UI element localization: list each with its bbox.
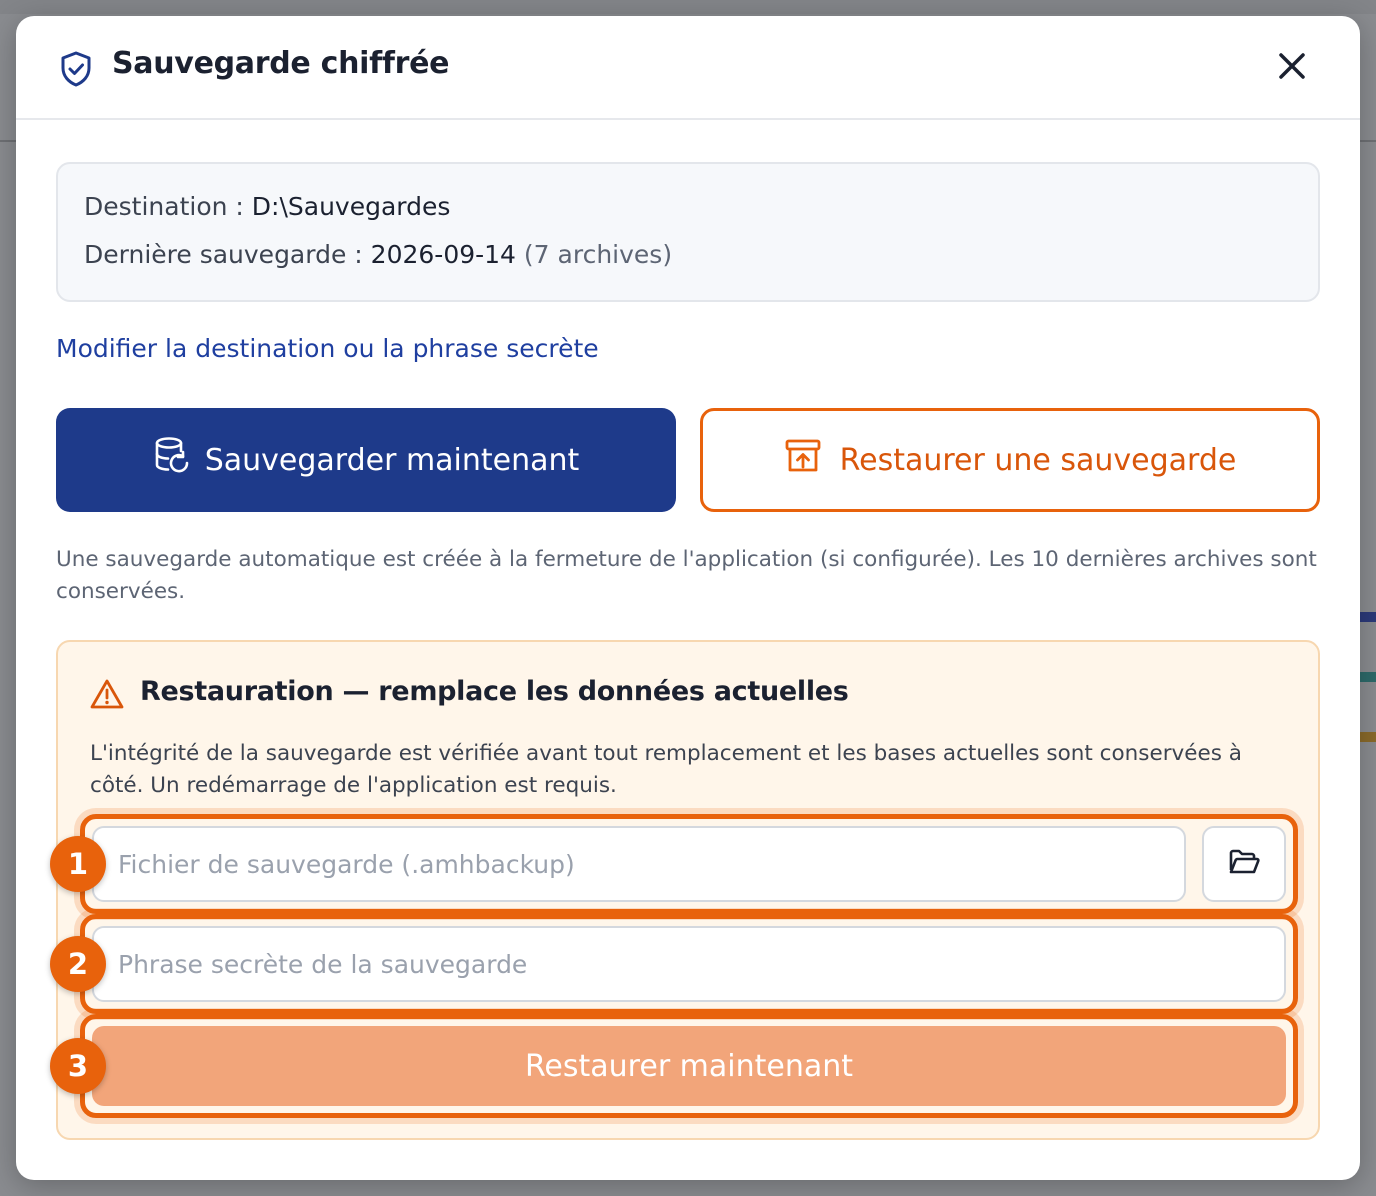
background-topbar	[0, 0, 1376, 14]
destination-row: Destination : D:\Sauvegardes	[84, 190, 1292, 238]
step-badge-2: 2	[50, 936, 106, 992]
dialog-header: Sauvegarde chiffrée	[16, 16, 1360, 120]
background-divider	[1360, 140, 1376, 142]
destination-value: D:\Sauvegardes	[251, 192, 451, 221]
browse-file-button[interactable]	[1202, 826, 1286, 902]
archive-upload-icon	[784, 437, 822, 483]
restore-panel-description: L'intégrité de la sauvegarde est vérifié…	[90, 741, 1242, 798]
edit-destination-link[interactable]: Modifier la destination ou la phrase sec…	[56, 334, 599, 363]
backup-now-button[interactable]: Sauvegarder maintenant	[56, 408, 676, 512]
shield-check-icon	[58, 50, 94, 88]
background-accent-bar	[1360, 672, 1376, 682]
archives-count: (7 archives)	[523, 240, 673, 269]
restore-now-label: Restaurer maintenant	[524, 1048, 854, 1084]
database-refresh-icon	[153, 436, 191, 484]
backup-info-panel: Destination : D:\Sauvegardes Dernière sa…	[56, 162, 1320, 302]
step-badge-3: 3	[50, 1038, 106, 1094]
backup-dialog: Sauvegarde chiffrée Destination : D:\Sau…	[16, 16, 1360, 1180]
last-backup-row: Dernière sauvegarde : 2026-09-14 (7 arch…	[84, 238, 1292, 286]
background-accent-bar	[1360, 732, 1376, 742]
folder-open-icon	[1228, 848, 1260, 880]
dialog-title: Sauvegarde chiffrée	[112, 46, 450, 81]
close-icon	[1278, 52, 1306, 84]
backup-file-input[interactable]: Fichier de sauvegarde (.amhbackup)	[92, 826, 1186, 902]
restore-backup-label: Restaurer une sauvegarde	[839, 442, 1237, 478]
passphrase-placeholder: Phrase secrète de la sauvegarde	[118, 949, 528, 979]
background-accent-bar	[1360, 612, 1376, 622]
destination-label: Destination :	[84, 192, 252, 221]
last-backup-date: 2026-09-14	[370, 240, 516, 269]
step-badge-1: 1	[50, 836, 106, 892]
last-backup-label: Dernière sauvegarde :	[84, 240, 371, 269]
auto-backup-help-text: Une sauvegarde automatique est créée à l…	[56, 547, 1317, 604]
close-button[interactable]	[1272, 48, 1312, 88]
background-divider	[0, 140, 16, 142]
passphrase-input[interactable]: Phrase secrète de la sauvegarde	[92, 926, 1286, 1002]
restore-panel-title: Restauration — remplace les données actu…	[140, 676, 849, 707]
restore-backup-button[interactable]: Restaurer une sauvegarde	[700, 408, 1320, 512]
warning-triangle-icon	[90, 678, 124, 710]
backup-now-label: Sauvegarder maintenant	[204, 442, 580, 478]
restore-now-button[interactable]: Restaurer maintenant	[92, 1026, 1286, 1106]
backup-file-placeholder: Fichier de sauvegarde (.amhbackup)	[118, 849, 575, 879]
